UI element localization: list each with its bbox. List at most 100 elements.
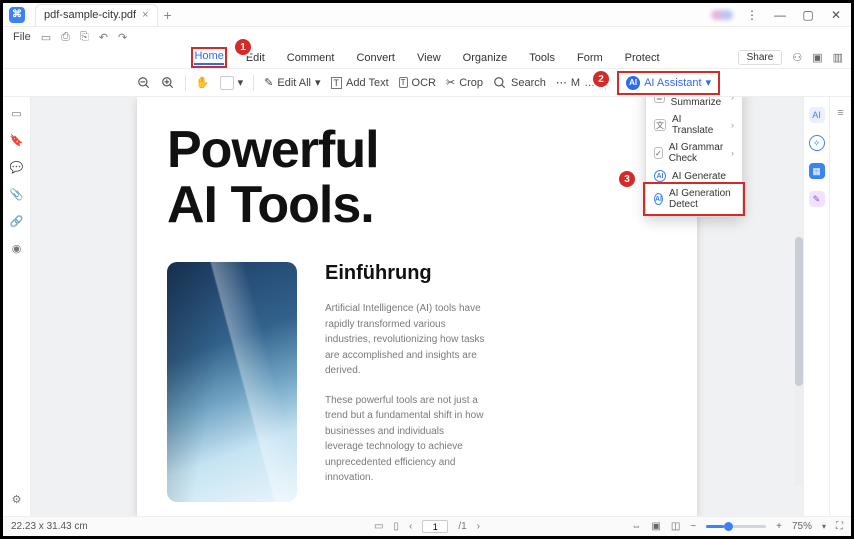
page-dimensions: 22.23 x 31.43 cm bbox=[11, 521, 88, 532]
search-button[interactable]: Search bbox=[493, 76, 546, 90]
translate-icon: 文 bbox=[654, 119, 666, 131]
zoom-out-icon[interactable]: − bbox=[690, 521, 696, 532]
file-menu[interactable]: File bbox=[13, 31, 31, 43]
menu-tools[interactable]: Tools bbox=[529, 52, 555, 64]
chevron-down-icon: ▾ bbox=[706, 76, 712, 89]
share-button[interactable]: Share bbox=[738, 50, 783, 65]
comments-icon[interactable]: 💬 bbox=[10, 161, 24, 174]
next-page-button[interactable]: › bbox=[477, 521, 480, 532]
ai-badge-icon: AI bbox=[654, 193, 663, 205]
close-window-button[interactable]: ✕ bbox=[827, 8, 845, 22]
zoom-value: 75% bbox=[792, 521, 812, 532]
view-continuous-icon[interactable]: ▯ bbox=[393, 521, 399, 532]
document-tab[interactable]: pdf-sample-city.pdf × bbox=[35, 4, 158, 26]
ai-chat-panel-icon[interactable]: ✧ bbox=[809, 135, 825, 151]
menu-comment[interactable]: Comment bbox=[287, 52, 335, 64]
menu-view[interactable]: View bbox=[417, 52, 441, 64]
ai-menu-label: AI Grammar Check bbox=[669, 142, 725, 164]
panel-toggle-icon[interactable]: ▥ bbox=[833, 51, 843, 64]
callout-badge-2: 2 bbox=[593, 71, 609, 87]
more-icon: ⋯ bbox=[556, 76, 567, 89]
vertical-scrollbar[interactable] bbox=[795, 237, 803, 486]
menu-organize[interactable]: Organize bbox=[463, 52, 508, 64]
tab-title: pdf-sample-city.pdf bbox=[44, 9, 136, 21]
quick-access-row: File ▭ ⎙ ⎘ ↶ ↷ bbox=[3, 27, 851, 47]
fit-page-icon[interactable]: ▣ bbox=[651, 521, 660, 532]
ai-menu-translate[interactable]: 文 AI Translate › bbox=[646, 111, 742, 139]
fit-width-icon[interactable]: ⇔ bbox=[631, 521, 641, 532]
save-icon[interactable]: ⎙ bbox=[61, 31, 70, 44]
pencil-icon: ✎ bbox=[264, 76, 273, 89]
body-paragraph-1: Artificial Intelligence (AI) tools have … bbox=[325, 301, 485, 379]
status-bar: 22.23 x 31.43 cm ▭ ▯ ‹ /1 › ⇔ ▣ ◫ − + 75… bbox=[3, 516, 851, 536]
ai-menu-generate[interactable]: AI AI Generate bbox=[646, 167, 742, 185]
ai-assistant-button[interactable]: AI AI Assistant ▾ bbox=[620, 74, 717, 92]
zoom-dropdown-icon[interactable]: ▾ bbox=[822, 522, 826, 531]
view-single-icon[interactable]: ▭ bbox=[374, 521, 383, 532]
zoom-out-button[interactable] bbox=[137, 76, 151, 90]
redo-icon[interactable]: ↷ bbox=[118, 31, 127, 44]
document-text-column: Einführung Artificial Intelligence (AI) … bbox=[325, 262, 485, 502]
titlebar: ⌘ pdf-sample-city.pdf × + ⋮ — ▢ ✕ bbox=[3, 3, 851, 27]
user-icon[interactable]: ⚇ bbox=[792, 51, 802, 64]
scroll-thumb[interactable] bbox=[795, 237, 803, 386]
add-text-button[interactable]: T Add Text bbox=[331, 77, 389, 89]
ocr-button[interactable]: T OCR bbox=[399, 77, 436, 89]
document-canvas[interactable]: Powerful AI Tools. Einführung Artificial… bbox=[31, 97, 803, 516]
ai-tools-panel-icon[interactable]: ▦ bbox=[809, 163, 825, 179]
links-icon[interactable]: 🔗 bbox=[10, 215, 24, 228]
section-heading: Einführung bbox=[325, 262, 485, 285]
ai-menu-summarize[interactable]: ≣ AI Summarize › bbox=[646, 97, 742, 111]
print-icon[interactable]: ⎘ bbox=[80, 31, 89, 44]
settings-icon[interactable]: ▣ bbox=[812, 51, 822, 64]
hand-tool[interactable]: ✋ bbox=[196, 76, 210, 89]
ai-menu-generation-detect[interactable]: AI AI Generation Detect bbox=[646, 185, 742, 213]
new-tab-button[interactable]: + bbox=[164, 7, 172, 23]
zoom-in-button[interactable] bbox=[161, 76, 175, 90]
read-mode-icon[interactable]: ◫ bbox=[671, 521, 680, 532]
crop-button[interactable]: ✂ Crop bbox=[446, 76, 483, 89]
zoom-in-icon[interactable]: + bbox=[776, 521, 782, 532]
more-button[interactable]: ⋯ M… bbox=[556, 76, 595, 89]
format-panel-icon[interactable]: ≡ bbox=[837, 107, 843, 119]
open-icon[interactable]: ▭ bbox=[41, 31, 51, 44]
menu-convert[interactable]: Convert bbox=[356, 52, 395, 64]
attachments-icon[interactable]: 📎 bbox=[10, 188, 24, 201]
chevron-right-icon: › bbox=[731, 120, 734, 130]
right-sidebar-tools: ≡ bbox=[829, 97, 851, 516]
prev-page-button[interactable]: ‹ bbox=[409, 521, 412, 532]
maximize-button[interactable]: ▢ bbox=[799, 8, 817, 22]
document-image bbox=[167, 262, 297, 502]
ai-create-panel-icon[interactable]: ✎ bbox=[809, 191, 825, 207]
menu-home[interactable]: Home bbox=[194, 50, 223, 65]
undo-icon[interactable]: ↶ bbox=[99, 31, 108, 44]
layers-icon[interactable]: ◉ bbox=[12, 242, 22, 255]
more-menu-icon[interactable]: ⋮ bbox=[743, 8, 761, 22]
minimize-button[interactable]: — bbox=[771, 8, 789, 22]
crop-icon: ✂ bbox=[446, 76, 455, 89]
main-menu: 1 Home Edit Comment Convert View Organiz… bbox=[3, 47, 851, 69]
thumbnails-icon[interactable]: ▭ bbox=[11, 107, 21, 120]
grammar-icon: ✓ bbox=[654, 147, 663, 159]
ai-menu-grammar[interactable]: ✓ AI Grammar Check › bbox=[646, 139, 742, 167]
main-area: ▭ 🔖 💬 📎 🔗 ◉ ⚙ Powerful AI Tools. Einführ… bbox=[3, 97, 851, 516]
edit-all-button[interactable]: ✎ Edit All▾ bbox=[264, 76, 320, 89]
ai-panel-icon[interactable]: AI bbox=[809, 107, 825, 123]
ai-badge-icon: AI bbox=[654, 170, 666, 182]
zoom-slider[interactable] bbox=[706, 525, 766, 528]
bookmarks-icon[interactable]: 🔖 bbox=[10, 134, 24, 147]
color-swatch[interactable]: ▾ bbox=[220, 76, 244, 90]
menu-form[interactable]: Form bbox=[577, 52, 603, 64]
menu-edit[interactable]: Edit bbox=[246, 52, 265, 64]
fullscreen-icon[interactable]: ⛶ bbox=[836, 521, 843, 532]
menu-protect[interactable]: Protect bbox=[625, 52, 660, 64]
tab-close-icon[interactable]: × bbox=[142, 9, 148, 21]
page-number-input[interactable] bbox=[422, 520, 448, 533]
ai-menu-label: AI Generation Detect bbox=[669, 188, 734, 210]
settings-gear-icon[interactable]: ⚙ bbox=[12, 493, 22, 506]
ai-menu-label: AI Generate bbox=[672, 171, 726, 182]
left-sidebar: ▭ 🔖 💬 📎 🔗 ◉ ⚙ bbox=[3, 97, 31, 516]
more-label: M bbox=[571, 77, 580, 89]
page-total: /1 bbox=[458, 521, 466, 532]
right-sidebar-ai: AI ✧ ▦ ✎ bbox=[803, 97, 829, 516]
